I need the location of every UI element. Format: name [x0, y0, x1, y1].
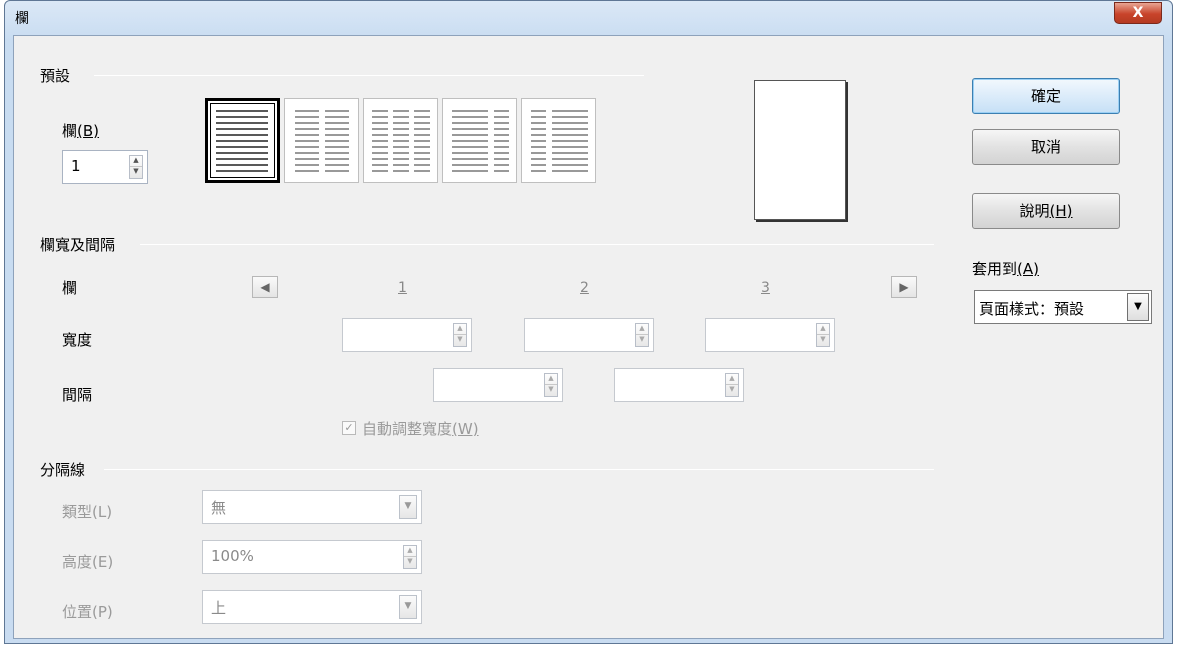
autowidth-label: 自動調整寬度(W): [362, 420, 479, 438]
next-column-button[interactable]: ▶: [891, 276, 917, 298]
spinner-icon[interactable]: ▲ ▼: [635, 323, 649, 347]
apply-to-dropdown[interactable]: 頁面樣式：預設 ▼: [974, 290, 1152, 324]
columns-count-stepper[interactable]: 1 ▲ ▼: [62, 150, 148, 184]
width-spacing-section-label: 欄寬及間隔: [40, 236, 116, 254]
chevron-down-icon[interactable]: ▼: [1127, 293, 1149, 321]
help-button[interactable]: 說明(H): [972, 193, 1120, 229]
separator-divider: [104, 469, 934, 470]
column-2-width-field[interactable]: ▲ ▼: [524, 318, 654, 352]
page-preview: [754, 80, 846, 220]
width-spacing-divider: [140, 244, 934, 245]
spacing-2-3-field[interactable]: ▲ ▼: [614, 368, 744, 402]
ok-button[interactable]: 確定: [972, 78, 1120, 114]
spin-down-icon[interactable]: ▼: [130, 167, 142, 178]
line-height-label: 高度(E): [62, 553, 114, 571]
column-number-3: 3: [761, 280, 770, 296]
preset-1-column[interactable]: [205, 98, 280, 183]
preset-3-columns[interactable]: [363, 98, 438, 183]
right-arrow-icon: ▶: [899, 280, 909, 294]
left-wide-layout-icon: [452, 110, 509, 172]
two-column-layout-icon: [295, 110, 349, 172]
dialog-title: 欄: [15, 11, 29, 27]
columns-label: 欄(B): [62, 122, 100, 140]
column-row-label: 欄: [62, 279, 78, 297]
separator-section-label: 分隔線: [40, 461, 86, 479]
column-number-1: 1: [398, 280, 407, 296]
prev-column-button[interactable]: ◀: [252, 276, 278, 298]
spinner-icon[interactable]: ▲ ▼: [453, 323, 467, 347]
column-number-2: 2: [580, 280, 589, 296]
spinner-icon[interactable]: ▲ ▼: [544, 373, 558, 397]
column-3-width-field[interactable]: ▲ ▼: [705, 318, 835, 352]
left-arrow-icon: ◀: [260, 280, 270, 294]
spinner-icon[interactable]: ▲ ▼: [725, 373, 739, 397]
three-column-layout-icon: [372, 110, 430, 172]
title-bar[interactable]: 欄 X: [5, 1, 1172, 35]
presets-divider: [94, 75, 644, 76]
spinner-icon[interactable]: ▲ ▼: [816, 323, 830, 347]
spin-up-icon[interactable]: ▲: [130, 156, 142, 167]
column-1-width-field[interactable]: ▲ ▼: [342, 318, 472, 352]
line-type-dropdown[interactable]: 無 ▼: [202, 490, 422, 524]
apply-to-label: 套用到(A): [972, 260, 1039, 278]
spacing-row-label: 間隔: [62, 386, 93, 404]
presets-section-label: 預設: [40, 67, 71, 85]
checkmark-icon: ✓: [344, 421, 354, 434]
line-type-label: 類型(L): [62, 503, 113, 521]
spacing-1-2-field[interactable]: ▲ ▼: [433, 368, 563, 402]
cancel-button[interactable]: 取消: [972, 129, 1120, 165]
one-column-layout-icon: [216, 110, 268, 172]
autowidth-checkbox[interactable]: ✓: [342, 421, 356, 435]
right-wide-layout-icon: [531, 110, 588, 172]
chevron-down-icon[interactable]: ▼: [399, 495, 417, 519]
spinner-icon[interactable]: ▲ ▼: [403, 545, 417, 569]
line-height-stepper[interactable]: 100% ▲ ▼: [202, 540, 422, 574]
preset-2-columns-left-wide[interactable]: [442, 98, 517, 183]
chevron-down-icon[interactable]: ▼: [399, 595, 417, 619]
close-icon: X: [1132, 5, 1144, 21]
preset-2-columns-right-wide[interactable]: [521, 98, 596, 183]
line-position-label: 位置(P): [62, 603, 113, 621]
columns-dialog: 欄 X 預設 欄(B) 1 ▲ ▼ 欄寬及間隔 欄 ◀ 1 2 3 ▶ 寬度 ▲…: [4, 0, 1173, 644]
close-button[interactable]: X: [1114, 2, 1162, 24]
dialog-body: 預設 欄(B) 1 ▲ ▼ 欄寬及間隔 欄 ◀ 1 2 3 ▶ 寬度 ▲ ▼ ▲…: [13, 35, 1164, 639]
line-position-dropdown[interactable]: 上 ▼: [202, 590, 422, 624]
preset-2-columns[interactable]: [284, 98, 359, 183]
width-row-label: 寬度: [62, 331, 93, 349]
columns-count-spinner[interactable]: ▲ ▼: [129, 155, 143, 179]
columns-count-value: 1: [71, 157, 81, 175]
